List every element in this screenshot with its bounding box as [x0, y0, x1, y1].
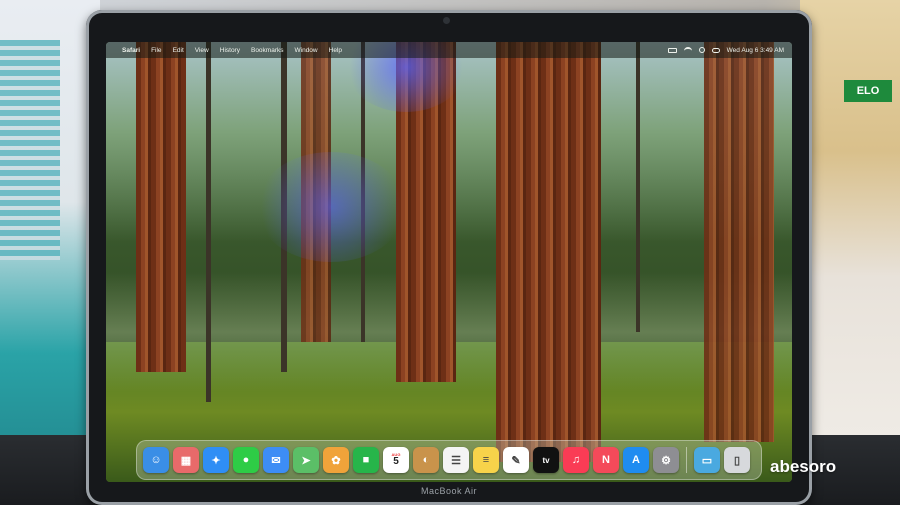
- photos-icon[interactable]: ✿: [323, 447, 349, 473]
- system-settings-icon[interactable]: ⚙: [653, 447, 679, 473]
- mail-icon[interactable]: ✉: [263, 447, 289, 473]
- apple-tv-icon[interactable]: tv: [533, 447, 559, 473]
- menu-edit[interactable]: Edit: [173, 47, 184, 54]
- news-icon[interactable]: N: [593, 447, 619, 473]
- wifi-icon[interactable]: [683, 47, 692, 53]
- menu-help[interactable]: Help: [329, 47, 342, 54]
- control-center-icon[interactable]: [711, 47, 720, 53]
- screen-glare: [256, 152, 406, 262]
- background-right-wall: [800, 0, 900, 505]
- menu-window[interactable]: Window: [295, 47, 318, 54]
- safari-icon[interactable]: ✦: [203, 447, 229, 473]
- notes-icon[interactable]: ≡: [473, 447, 499, 473]
- background-building: [0, 40, 60, 260]
- calendar-icon[interactable]: AUG 5: [383, 447, 409, 473]
- menu-history[interactable]: History: [220, 47, 240, 54]
- maps-icon[interactable]: ➤: [293, 447, 319, 473]
- watermark-logo: abesoro: [770, 457, 837, 476]
- app-store-icon[interactable]: A: [623, 447, 649, 473]
- menu-bar-clock[interactable]: Wed Aug 6 3:49 AM: [727, 47, 784, 54]
- menu-app-name[interactable]: Safari: [122, 47, 140, 54]
- wallpaper-redwood-trunk: [496, 42, 601, 462]
- downloads-folder-icon[interactable]: ▭: [694, 447, 720, 473]
- trash-icon[interactable]: ▯: [724, 447, 750, 473]
- laptop-model-label: MacBook Air: [420, 486, 478, 496]
- contacts-icon[interactable]: ◐: [413, 447, 439, 473]
- webcam: [443, 17, 450, 24]
- background-sign: ELO: [844, 80, 892, 102]
- wallpaper-redwood-trunk: [704, 42, 774, 442]
- menu-bar-status-area: Wed Aug 6 3:49 AM: [667, 47, 784, 54]
- laptop: Safari File Edit View History Bookmarks …: [86, 10, 812, 505]
- dock: ☺ ▦ ✦ ● ✉ ➤ ✿ ■ AUG 5 ◐ ☰ ≡ ✎ tv ♫ N A ⚙ ▭ ▯: [136, 440, 762, 480]
- launchpad-icon[interactable]: ▦: [173, 447, 199, 473]
- finder-icon[interactable]: ☺: [143, 447, 169, 473]
- wallpaper-tree: [636, 42, 640, 332]
- calendar-day-label: 5: [393, 456, 399, 467]
- search-icon[interactable]: [698, 47, 705, 53]
- facetime-icon[interactable]: ■: [353, 447, 379, 473]
- desktop-screen: Safari File Edit View History Bookmarks …: [106, 42, 792, 482]
- menu-bookmarks[interactable]: Bookmarks: [251, 47, 284, 54]
- menu-bar: Safari File Edit View History Bookmarks …: [106, 42, 792, 58]
- dock-separator: [686, 447, 687, 473]
- reminders-icon[interactable]: ☰: [443, 447, 469, 473]
- music-icon[interactable]: ♫: [563, 447, 589, 473]
- menu-file[interactable]: File: [151, 47, 161, 54]
- messages-icon[interactable]: ●: [233, 447, 259, 473]
- freeform-icon[interactable]: ✎: [503, 447, 529, 473]
- wallpaper-redwood-trunk: [136, 42, 186, 372]
- battery-icon[interactable]: [667, 47, 677, 53]
- wallpaper-tree: [206, 42, 211, 402]
- menu-view[interactable]: View: [195, 47, 209, 54]
